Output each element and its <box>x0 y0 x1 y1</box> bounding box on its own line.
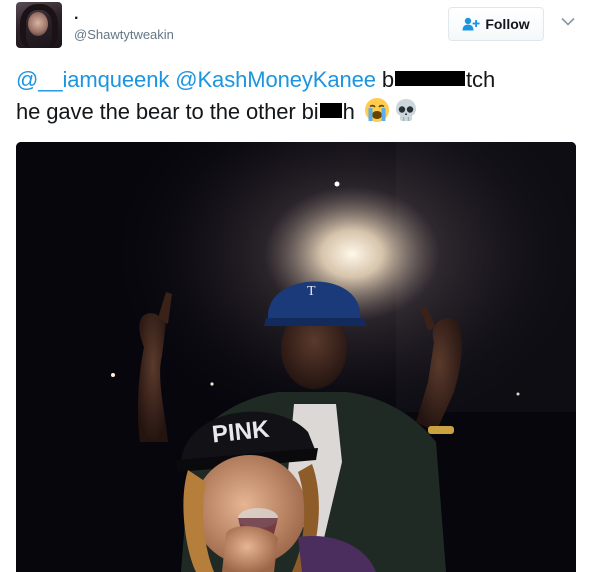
display-name[interactable]: . <box>74 6 78 24</box>
chevron-down-icon <box>561 13 575 31</box>
avatar-face <box>28 12 48 36</box>
tweet-text-segment: he gave the bear to the other bi <box>16 99 319 124</box>
tweet-text-segment: b <box>381 67 395 92</box>
loudly-crying-face-icon <box>364 97 390 123</box>
mention-link[interactable]: @__iamqueenk <box>16 67 169 92</box>
skull-icon <box>393 97 419 123</box>
avatar[interactable] <box>16 2 62 48</box>
add-user-icon <box>462 17 480 31</box>
tweet-text-segment: h <box>342 99 355 124</box>
photo-scene: T PINK <box>16 142 576 572</box>
redaction-bar <box>319 102 342 118</box>
user-handle[interactable]: @Shawtytweakin <box>74 27 174 43</box>
mention-link[interactable]: @KashMoneyKanee <box>175 67 376 92</box>
tweet-card: . @Shawtytweakin Follow @__iamqueenk @Ka… <box>0 0 598 572</box>
tweet-text-segment: tch <box>466 67 496 92</box>
more-menu[interactable] <box>560 15 576 29</box>
tweet-photo[interactable]: T PINK <box>16 142 576 572</box>
tweet-text: @__iamqueenk @KashMoneyKanee b tch he gav… <box>16 64 586 128</box>
follow-button[interactable]: Follow <box>448 7 544 41</box>
cap-logo: T <box>307 284 316 299</box>
redaction-bar <box>395 70 466 86</box>
follow-label: Follow <box>485 16 530 32</box>
